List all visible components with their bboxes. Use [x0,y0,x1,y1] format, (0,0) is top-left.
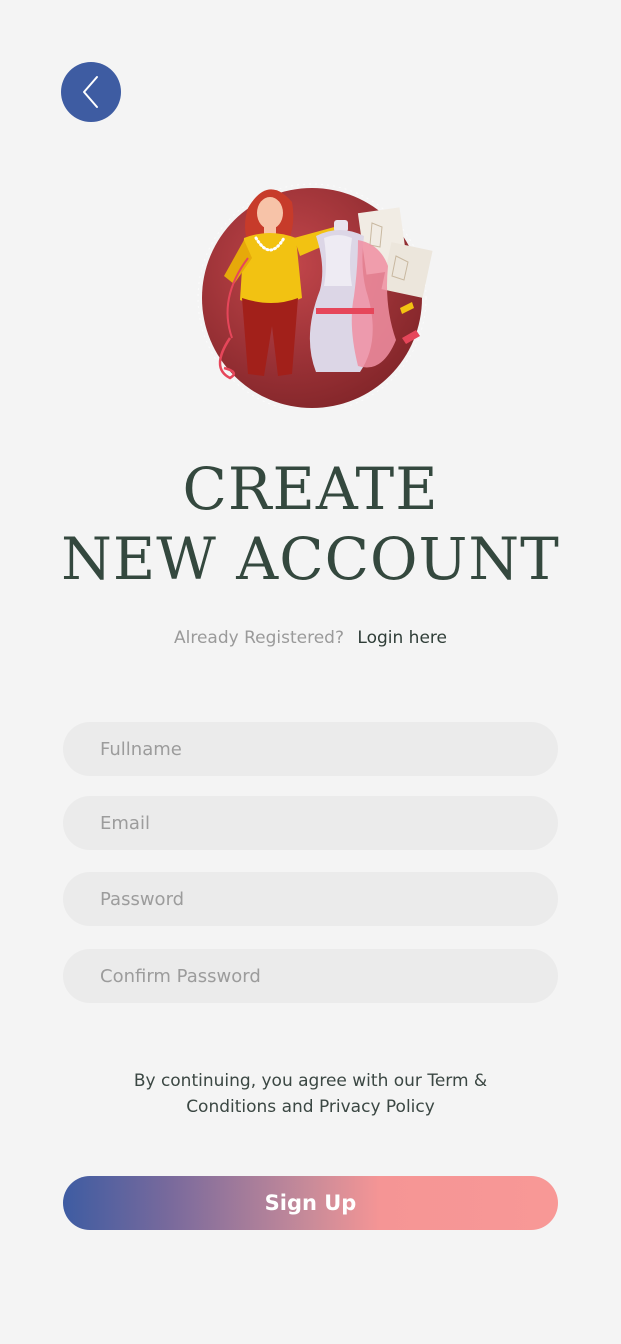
password-input[interactable] [63,872,558,926]
fullname-input[interactable] [63,722,558,776]
login-link[interactable]: Login here [357,628,447,648]
login-prompt: Already Registered? Login here [0,626,621,650]
terms-text: By continuing, you agree with our Term &… [0,1068,621,1120]
email-input[interactable] [63,796,558,850]
confirm-password-input[interactable] [63,949,558,1003]
terms-line-2: Conditions and Privacy Policy [186,1097,435,1117]
back-button[interactable] [61,62,121,122]
page-title-line2: NEW ACCOUNT [61,525,560,593]
already-registered-text: Already Registered? [174,628,344,648]
terms-line-1: By continuing, you agree with our Term & [133,1071,488,1091]
page-title-line1: CREATE [182,455,439,523]
tailor-illustration [197,183,433,408]
chevron-left-icon [83,76,98,108]
sign-up-button[interactable]: Sign Up [63,1176,558,1230]
